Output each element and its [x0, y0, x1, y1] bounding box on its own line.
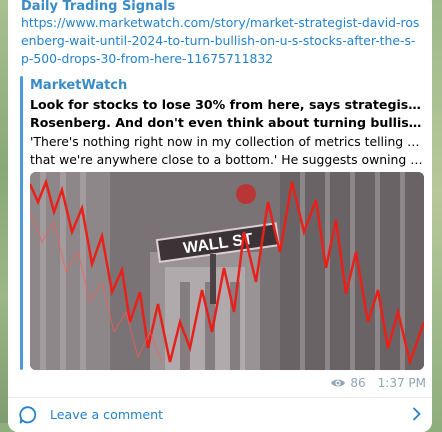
preview-description-line-1: 'There's nothing right now in my collect… [30, 134, 426, 149]
message-link[interactable]: https://www.marketwatch.com/story/market… [21, 14, 423, 68]
preview-title-line-1: Look for stocks to lose 30% from here, s… [30, 97, 426, 112]
leave-comment-button[interactable]: Leave a comment [8, 398, 432, 428]
chevron-right-icon [413, 407, 421, 421]
view-count: 86 [350, 376, 366, 390]
preview-image[interactable]: WALL ST [30, 172, 424, 370]
message-time: 1:37 PM [377, 376, 426, 390]
preview-title-line-2: Rosenberg. And don't even think about tu… [30, 115, 426, 130]
preview-description: 'There's nothing right now in my collect… [30, 133, 426, 169]
preview-description-line-2: that we're anywhere close to a bottom.' … [30, 152, 426, 167]
link-preview[interactable]: MarketWatch Look for stocks to lose 30% … [20, 76, 427, 370]
wall-street-image: WALL ST [30, 172, 424, 370]
preview-accent-bar [20, 76, 23, 370]
comment-bubble-icon [19, 406, 37, 424]
message-meta: 86 1:37 PM [330, 376, 426, 390]
channel-name[interactable]: Daily Trading Signals [21, 0, 175, 14]
leave-comment-label: Leave a comment [50, 407, 164, 422]
eye-icon [331, 379, 346, 387]
chat-background-right [432, 0, 442, 423]
preview-site-name: MarketWatch [30, 78, 128, 93]
preview-title: Look for stocks to lose 30% from here, s… [30, 96, 426, 132]
